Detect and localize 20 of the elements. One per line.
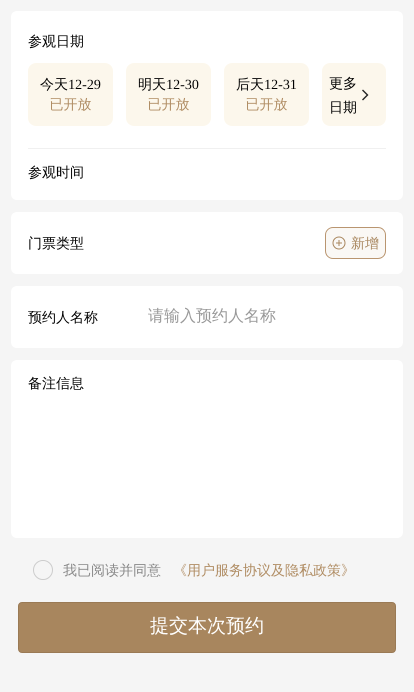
status-text: 已开放 xyxy=(148,94,190,112)
status-text: 已开放 xyxy=(246,94,288,112)
more-dates-button[interactable]: 更多 日期 xyxy=(322,63,386,126)
field-label: 预约人名称 xyxy=(28,308,99,326)
section-label: 门票类型 xyxy=(28,234,84,252)
date-option[interactable]: 今天12-29 已开放 xyxy=(28,63,113,126)
section-label: 参观时间 xyxy=(28,163,85,182)
date-text: 今天12-29 xyxy=(40,76,101,94)
date-text: 明天12-30 xyxy=(138,76,199,94)
name-input[interactable]: 请输入预约人名称 xyxy=(148,305,386,329)
chevron-right-icon xyxy=(361,88,369,100)
status-text: 已开放 xyxy=(50,94,92,112)
date-option[interactable]: 后天12-31 已开放 xyxy=(224,63,309,126)
section-label: 备注信息 xyxy=(28,375,84,391)
agreement-text: 我已阅读并同意 xyxy=(63,560,161,580)
plus-circle-icon xyxy=(332,236,346,250)
agree-checkbox[interactable] xyxy=(33,560,53,580)
date-text: 后天12-31 xyxy=(236,76,297,94)
section-label: 参观日期 xyxy=(28,32,85,51)
date-option[interactable]: 明天12-30 已开放 xyxy=(126,63,211,126)
